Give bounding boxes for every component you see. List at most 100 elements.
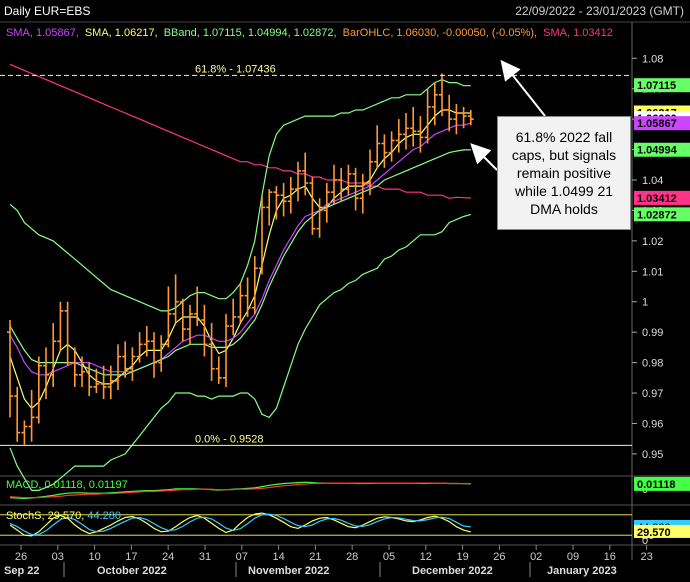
legend-bar-ohlc: BarOHLC, 1.06030, -0.00050, (-0.05%), xyxy=(342,27,538,39)
macd-legend: MACD, 0.01118, 0.01197 xyxy=(6,479,128,491)
ohlc-bar xyxy=(21,420,28,445)
ohlc-bar xyxy=(122,341,129,378)
price-badge-label: 1.07115 xyxy=(637,80,676,92)
indicator-legend: SMA, 1.05867, SMA, 1.06217, BBand, 1.071… xyxy=(6,27,616,39)
stoch-label-a: StochS, 29.570, xyxy=(6,510,85,522)
price-badge-label: 1.04994 xyxy=(637,145,678,157)
y-tick-label: 1.01 xyxy=(642,266,663,278)
x-tick-label: 17 xyxy=(125,551,137,563)
ohlc-bar xyxy=(403,113,409,150)
ohlc-bar xyxy=(215,356,222,384)
y-tick-label: 0.97 xyxy=(642,388,663,400)
ohlc-bar xyxy=(295,161,301,202)
macd-value-label: 0.01118 xyxy=(637,479,676,491)
x-tick-label: 31 xyxy=(199,551,211,563)
x-tick-label: 10 xyxy=(88,551,100,563)
ohlc-bar xyxy=(165,286,172,348)
ohlc-bar xyxy=(244,277,251,317)
ohlc-bar xyxy=(223,313,229,387)
y-tick-label: 0.98 xyxy=(642,358,663,370)
ohlc-bar xyxy=(410,106,417,147)
ohlc-bar xyxy=(187,304,193,345)
x-tick-label: 23 xyxy=(640,551,652,563)
x-tick-label: 14 xyxy=(272,551,284,563)
ohlc-bar xyxy=(424,88,431,144)
ohlc-bar xyxy=(446,94,453,132)
ohlc-bar xyxy=(467,110,474,126)
ohlc-bar xyxy=(179,298,186,342)
x-month-label: December 2022 xyxy=(412,565,493,577)
stoch-badge-a-label: 29.570 xyxy=(637,527,671,539)
x-tick-label: 19 xyxy=(456,551,468,563)
x-tick-label: 03 xyxy=(52,551,64,563)
y-tick-label: 1 xyxy=(642,297,648,309)
ohlc-bar xyxy=(35,356,42,424)
ohlc-bar xyxy=(28,390,35,442)
y-tick-label: 1.02 xyxy=(642,236,663,248)
x-tick-label: 09 xyxy=(567,551,579,563)
legend-sma-short-mid: SMA, 1.05867, xyxy=(6,27,79,39)
ohlc-bar xyxy=(208,323,215,381)
y-tick-label: 0.96 xyxy=(642,418,663,430)
fib-level-label: 61.8% - 1.07436 xyxy=(195,63,276,75)
ohlc-bar xyxy=(345,164,352,196)
ohlc-bar xyxy=(151,332,157,378)
x-month-label: January 2023 xyxy=(547,565,617,577)
ohlc-bar xyxy=(374,125,381,168)
ohlc-bar xyxy=(14,386,21,442)
y-tick-label: 1.04 xyxy=(642,175,663,187)
date-range: 22/09/2022 - 23/01/2023 (GMT) xyxy=(515,4,684,18)
x-month-label: October 2022 xyxy=(97,565,167,577)
ohlc-bar xyxy=(129,347,136,381)
ohlc-bar xyxy=(280,183,287,217)
ohlc-bar xyxy=(7,320,13,418)
series-line-bband-upper xyxy=(9,78,471,312)
ohlc-bar xyxy=(158,335,165,372)
ohlc-bar xyxy=(136,332,143,363)
x-tick-label: 07 xyxy=(236,551,248,563)
x-tick-label: 21 xyxy=(309,551,321,563)
ohlc-bar xyxy=(50,323,57,387)
legend-sma-long: SMA, 1.03412 xyxy=(543,27,613,39)
ohlc-bar xyxy=(64,301,71,366)
x-tick-label: 12 xyxy=(420,551,432,563)
legend-bband: BBand, 1.07115, 1.04994, 1.02872, xyxy=(163,27,337,39)
stoch-legend: StochS, 29.570, 44.280 xyxy=(6,510,121,522)
x-month-label: Sep 22 xyxy=(4,565,39,577)
callout-arrow-fib xyxy=(500,59,546,117)
series-line-sma-1-03412 xyxy=(9,63,471,199)
series-line-sma-1-06217 xyxy=(9,109,471,410)
y-tick-label: 0.99 xyxy=(642,327,663,339)
price-badge-label: 1.02872 xyxy=(637,209,677,221)
ohlc-bar xyxy=(395,119,402,153)
macd-label: MACD, 0.01118, 0.01197 xyxy=(6,479,128,491)
x-tick-label: 24 xyxy=(162,551,174,563)
annotation-callout: 61.8% 2022 fall caps, but signals remain… xyxy=(497,116,631,230)
stoch-label-b: 44.280 xyxy=(87,510,121,522)
ohlc-bar xyxy=(57,301,64,351)
ohlc-bar xyxy=(172,274,179,324)
ohlc-bar xyxy=(453,103,460,135)
chart-title: Daily EUR=EBS xyxy=(4,4,91,18)
x-tick-label: 26 xyxy=(493,551,505,563)
ohlc-bar xyxy=(79,356,85,387)
y-tick-label: 0.95 xyxy=(642,449,663,461)
series-line-bband-lower xyxy=(9,213,471,491)
ohlc-bar xyxy=(381,134,388,168)
x-tick-label: 05 xyxy=(383,551,395,563)
ohlc-bar xyxy=(352,167,359,211)
ohlc-bar xyxy=(309,176,316,235)
ohlc-bar xyxy=(273,186,280,220)
ohlc-bar xyxy=(237,283,244,324)
ohlc-bar xyxy=(338,167,345,202)
x-tick-label: 28 xyxy=(346,551,358,563)
x-tick-label: 16 xyxy=(604,551,616,563)
x-tick-label: 26 xyxy=(15,551,27,563)
chart-root: 61.8% - 1.074360.0% - 0.9528 1.081.071.0… xyxy=(0,0,690,577)
ohlc-bar xyxy=(287,176,294,214)
callout-arrow-dma xyxy=(470,143,498,171)
fib-level-label: 0.0% - 0.9528 xyxy=(195,433,264,445)
price-badge-label: 1.03412 xyxy=(637,193,677,205)
legend-sma-short: SMA, 1.06217, xyxy=(84,27,158,39)
ohlc-bar xyxy=(115,344,121,390)
